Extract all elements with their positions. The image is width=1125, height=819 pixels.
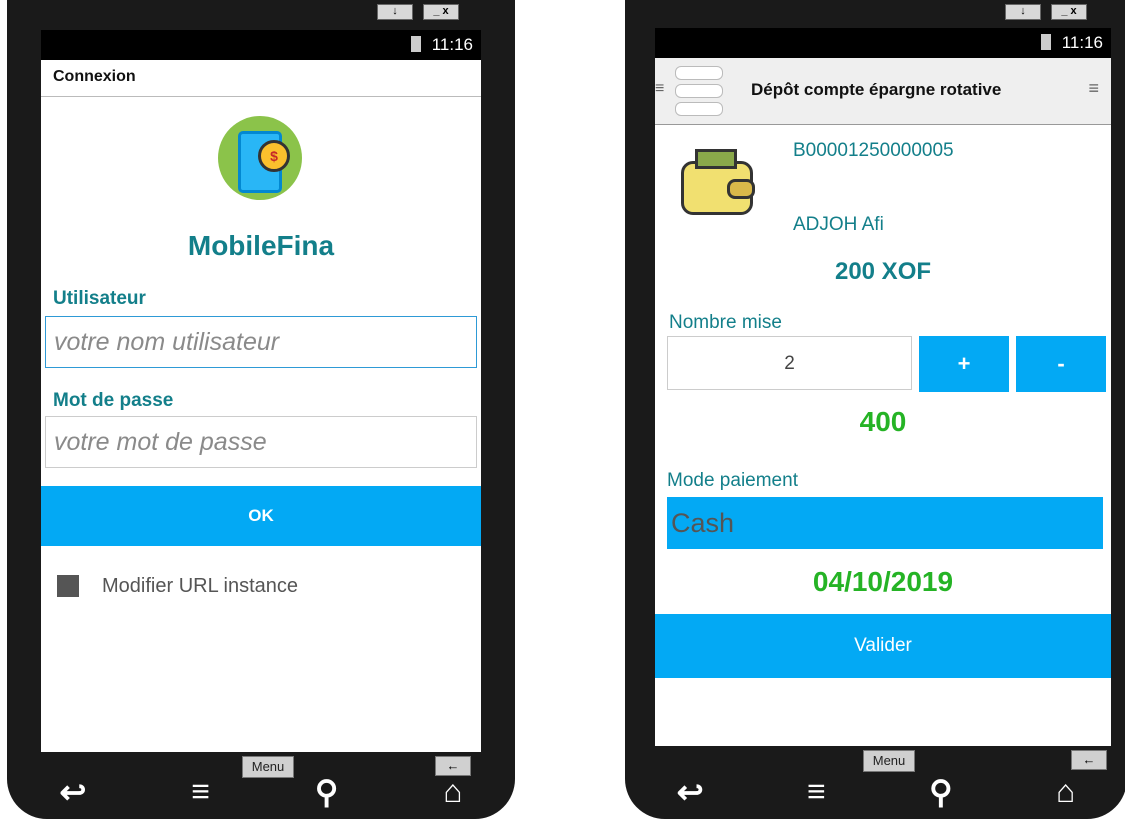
hamburger-icon[interactable]: ≡ xyxy=(655,80,664,98)
password-input[interactable] xyxy=(46,417,476,467)
modify-url-checkbox[interactable] xyxy=(57,575,79,597)
status-bar: 11:16 xyxy=(655,28,1111,58)
close-window-button[interactable]: _ x xyxy=(1051,4,1087,20)
hardware-nav-bar: ↩ ≡ ⚲ ⌂ xyxy=(625,773,1125,813)
count-label: Nombre mise xyxy=(669,312,782,333)
page-title: Dépôt compte épargne rotative xyxy=(751,80,1002,99)
back-icon[interactable]: ↩ xyxy=(59,773,86,813)
ok-button[interactable]: OK xyxy=(41,486,481,546)
deposit-date: 04/10/2019 xyxy=(812,566,954,597)
decrement-button[interactable]: - xyxy=(1016,336,1106,392)
payment-mode-label: Mode paiement xyxy=(667,470,798,491)
status-time: 11:16 xyxy=(1061,33,1103,52)
drawer-toggle-button[interactable] xyxy=(675,62,723,116)
title-bar: ≡ Dépôt compte épargne rotative ≡ xyxy=(655,58,1111,125)
battery-icon xyxy=(411,36,421,52)
left-phone-emulator: ↓ _ x 11:16 Connexion $ MobileFina Utili… xyxy=(7,0,515,819)
menu-icon[interactable]: ≡ xyxy=(807,773,826,813)
increment-button[interactable]: + xyxy=(919,336,1009,392)
app-name: MobileFina xyxy=(187,230,335,261)
search-icon[interactable]: ⚲ xyxy=(315,773,338,813)
status-time: 11:16 xyxy=(431,35,473,54)
login-screen: 11:16 Connexion $ MobileFina Utilisateur… xyxy=(41,30,481,752)
status-bar: 11:16 xyxy=(41,30,481,60)
title-bar: Connexion xyxy=(41,60,481,97)
modify-url-label: Modifier URL instance xyxy=(102,575,299,597)
client-name: ADJOH Afi xyxy=(793,214,884,235)
wallet-icon xyxy=(681,149,755,215)
window-controls: ↓ _ x xyxy=(1005,4,1087,20)
submit-button[interactable]: Valider xyxy=(655,614,1111,678)
hardware-nav-bar: ↩ ≡ ⚲ ⌂ xyxy=(7,773,515,813)
app-logo-icon: $ xyxy=(218,116,302,200)
menu-icon[interactable]: ≡ xyxy=(191,773,210,813)
total-amount: 400 xyxy=(859,406,907,437)
window-controls: ↓ _ x xyxy=(377,4,459,20)
overflow-menu-icon[interactable]: ≡ xyxy=(1088,78,1099,99)
search-icon[interactable]: ⚲ xyxy=(929,773,952,813)
payment-mode-select[interactable]: Cash xyxy=(667,497,1103,549)
deposit-screen: 11:16 ≡ Dépôt compte épargne rotative ≡ … xyxy=(655,28,1111,746)
home-icon[interactable]: ⌂ xyxy=(443,773,462,813)
username-field[interactable] xyxy=(45,316,477,368)
password-field[interactable] xyxy=(45,416,477,468)
username-label: Utilisateur xyxy=(53,288,146,309)
username-input[interactable] xyxy=(46,317,476,367)
minimize-window-button[interactable]: ↓ xyxy=(377,4,413,20)
right-phone-emulator: ↓ _ x 11:16 ≡ Dépôt compte épargne rotat… xyxy=(625,0,1125,819)
home-icon[interactable]: ⌂ xyxy=(1056,773,1075,813)
deposit-amount: 200 XOF xyxy=(834,258,932,285)
count-input[interactable]: 2 xyxy=(667,336,912,390)
battery-icon xyxy=(1041,34,1051,50)
minimize-window-button[interactable]: ↓ xyxy=(1005,4,1041,20)
page-title: Connexion xyxy=(53,68,136,85)
account-number: B00001250000005 xyxy=(793,140,954,161)
back-icon[interactable]: ↩ xyxy=(677,773,704,813)
password-label: Mot de passe xyxy=(53,390,174,411)
menu-key-button[interactable]: Menu xyxy=(863,750,915,772)
back-key-button[interactable]: ← xyxy=(1071,750,1107,770)
close-window-button[interactable]: _ x xyxy=(423,4,459,20)
